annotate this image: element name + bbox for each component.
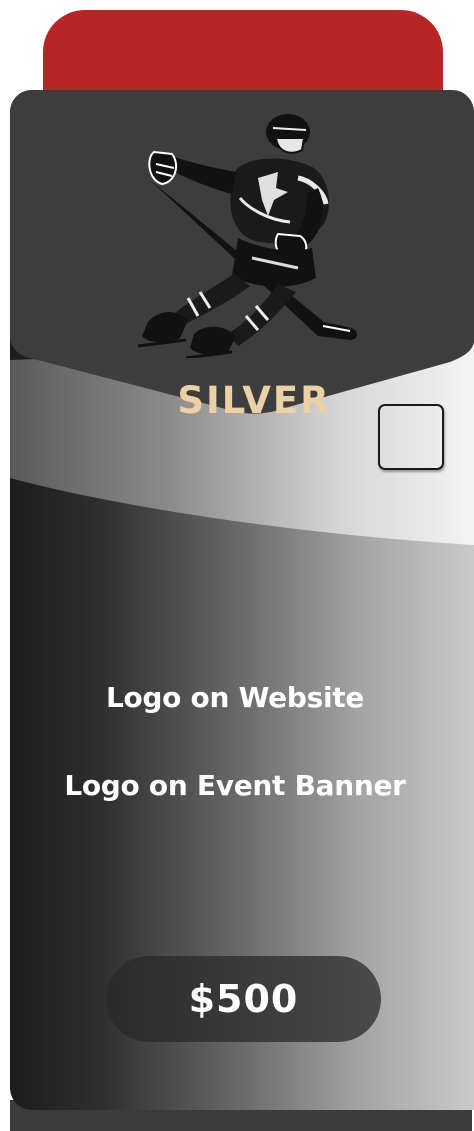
price-label: $500: [188, 977, 299, 1021]
hockey-player-icon: [137, 114, 358, 358]
price-button[interactable]: $500: [106, 956, 381, 1042]
select-tier-checkbox[interactable]: [378, 404, 444, 470]
sponsorship-tier-page: SILVER Logo on Website Logo on Event Ban…: [0, 0, 474, 1131]
benefit-item: Logo on Website: [105, 681, 365, 714]
benefits-list: Logo on Website Logo on Event Banner: [0, 678, 474, 854]
benefit-item: Logo on Event Banner: [64, 769, 406, 802]
